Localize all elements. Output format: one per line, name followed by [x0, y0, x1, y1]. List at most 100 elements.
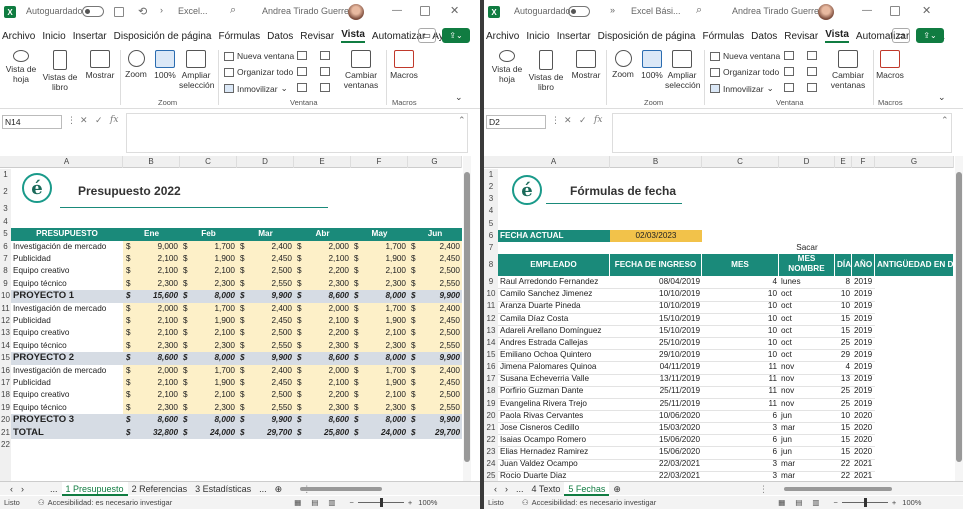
value-cell[interactable]: 2,550: [408, 340, 462, 352]
value-cell[interactable]: 2,100: [294, 315, 351, 327]
fecha-actual-value[interactable]: 02/03/2023: [610, 229, 702, 243]
row-header[interactable]: 14: [484, 337, 498, 349]
row-header[interactable]: 4: [0, 216, 11, 228]
split-icon[interactable]: [784, 51, 797, 60]
zoom-button[interactable]: Zoom: [610, 50, 636, 79]
value-cell[interactable]: 24,000: [351, 427, 408, 439]
more-options-icon[interactable]: ⋮: [755, 482, 772, 496]
row-header[interactable]: 8: [484, 254, 498, 276]
zoom-percent[interactable]: 100%: [902, 498, 921, 507]
comments-icon[interactable]: ▭: [418, 28, 436, 43]
maximize-icon[interactable]: [890, 6, 900, 16]
normal-view-icon[interactable]: ▦: [778, 498, 785, 507]
value-cell[interactable]: 2,100: [180, 265, 237, 277]
collapse-ribbon-icon[interactable]: ⌄: [938, 92, 946, 102]
expand-formula-icon[interactable]: ⌃: [941, 115, 949, 126]
value-cell[interactable]: 2,100: [180, 327, 237, 339]
page-layout-icon[interactable]: ▤: [311, 498, 318, 507]
status-accessibility[interactable]: Accesibilidad: es necesario investigar: [532, 498, 657, 507]
value-cell[interactable]: 2,100: [351, 327, 408, 339]
row-header[interactable]: 11: [484, 300, 498, 312]
value-cell[interactable]: 2,450: [408, 315, 462, 327]
value-cell[interactable]: 2,000: [123, 365, 180, 377]
row-header[interactable]: 9: [484, 276, 498, 288]
new-window-button[interactable]: Nueva ventana: [224, 51, 294, 61]
value-cell[interactable]: 2,400: [408, 303, 462, 315]
share-button[interactable]: ⇪⌄: [442, 28, 470, 43]
function-icon[interactable]: fx: [594, 115, 602, 125]
value-cell[interactable]: 2,500: [237, 327, 294, 339]
value-cell[interactable]: 2,450: [408, 253, 462, 265]
zoom-in-icon[interactable]: +: [892, 498, 896, 507]
zoom-slider[interactable]: [357, 498, 404, 507]
value-cell[interactable]: 1,700: [351, 365, 408, 377]
row-header[interactable]: 25: [484, 470, 498, 481]
row-header[interactable]: 19: [484, 398, 498, 410]
fecha-ingreso[interactable]: 22/03/2021: [610, 470, 702, 481]
value-cell[interactable]: 2,100: [294, 377, 351, 389]
more-icon[interactable]: ⋮: [551, 115, 560, 126]
name-box[interactable]: N14: [2, 115, 62, 129]
show-button[interactable]: Mostrar: [570, 50, 602, 80]
row-header[interactable]: 19: [0, 402, 11, 414]
row-header[interactable]: 1: [0, 169, 11, 181]
value-cell[interactable]: 2,550: [237, 278, 294, 290]
zoom-100-button[interactable]: 100%: [152, 50, 178, 80]
row-header[interactable]: 2: [0, 181, 11, 203]
value-cell[interactable]: 1,900: [180, 253, 237, 265]
close-icon[interactable]: ✕: [922, 4, 931, 17]
switch-windows-button[interactable]: Cambiar ventanas: [827, 50, 869, 90]
arrange-all-button[interactable]: Organizar todo: [224, 67, 293, 77]
value-cell[interactable]: 2,100: [294, 253, 351, 265]
row-header[interactable]: 3: [0, 203, 11, 215]
zoom-selection-button[interactable]: Ampliar selección: [179, 50, 214, 90]
value-cell[interactable]: 1,700: [180, 303, 237, 315]
tab-texto[interactable]: 4 Texto: [528, 482, 565, 496]
search-icon[interactable]: ⌕: [696, 4, 702, 17]
column-header-D[interactable]: D: [237, 156, 294, 168]
menu-tab-inicio[interactable]: Inicio: [42, 31, 65, 42]
row-header[interactable]: 13: [484, 325, 498, 337]
value-cell[interactable]: 2,300: [180, 278, 237, 290]
value-cell[interactable]: 8,000: [351, 414, 408, 426]
menu-tab-disposici-n-de-p-gina[interactable]: Disposición de página: [598, 31, 696, 42]
menu-tab-archivo[interactable]: Archivo: [486, 31, 519, 42]
zoom-in-icon[interactable]: +: [408, 498, 412, 507]
sheet-view-button[interactable]: Vista de hoja: [4, 50, 38, 84]
cancel-icon[interactable]: ✕: [80, 115, 88, 126]
sheet-view-button[interactable]: Vista de hoja: [490, 50, 524, 84]
column-header-C[interactable]: C: [180, 156, 237, 168]
tab-more-right[interactable]: ...: [255, 482, 271, 496]
value-cell[interactable]: 9,900: [237, 414, 294, 426]
column-header-E[interactable]: E: [835, 156, 852, 168]
column-header-A[interactable]: A: [11, 156, 123, 168]
switch-windows-button[interactable]: Cambiar ventanas: [340, 50, 382, 90]
value-cell[interactable]: 2,100: [351, 389, 408, 401]
minimize-icon[interactable]: —: [392, 5, 402, 16]
employee-name[interactable]: Rocio Duarte Diaz: [498, 470, 610, 481]
side-by-side-icon[interactable]: [320, 51, 333, 60]
row-header[interactable]: 3: [484, 193, 498, 205]
row-header[interactable]: 10: [484, 288, 498, 300]
menu-tab-inicio[interactable]: Inicio: [526, 31, 549, 42]
macros-button[interactable]: Macros: [390, 50, 418, 80]
value-cell[interactable]: 8,600: [294, 290, 351, 302]
dia[interactable]: 22: [835, 470, 852, 481]
row-header[interactable]: 10: [0, 290, 11, 302]
value-cell[interactable]: 2,550: [408, 402, 462, 414]
value-cell[interactable]: 2,100: [123, 315, 180, 327]
value-cell[interactable]: 2,100: [180, 389, 237, 401]
value-cell[interactable]: 2,100: [123, 377, 180, 389]
zoom-out-icon[interactable]: −: [350, 498, 354, 507]
row-header[interactable]: 1: [484, 169, 498, 181]
tab-fechas[interactable]: 5 Fechas: [564, 481, 610, 496]
page-layout-icon[interactable]: ▤: [795, 498, 802, 507]
value-cell[interactable]: 8,000: [351, 352, 408, 364]
row-header[interactable]: 15: [0, 352, 11, 364]
row-header[interactable]: 13: [0, 327, 11, 339]
freeze-panes-button[interactable]: Inmovilizar ⌄: [224, 83, 288, 94]
menu-tab-revisar[interactable]: Revisar: [784, 31, 818, 42]
value-cell[interactable]: 9,900: [408, 352, 462, 364]
arrange-all-button[interactable]: Organizar todo: [710, 67, 779, 77]
menu-tab-disposici-n-de-p-gina[interactable]: Disposición de página: [114, 31, 212, 42]
